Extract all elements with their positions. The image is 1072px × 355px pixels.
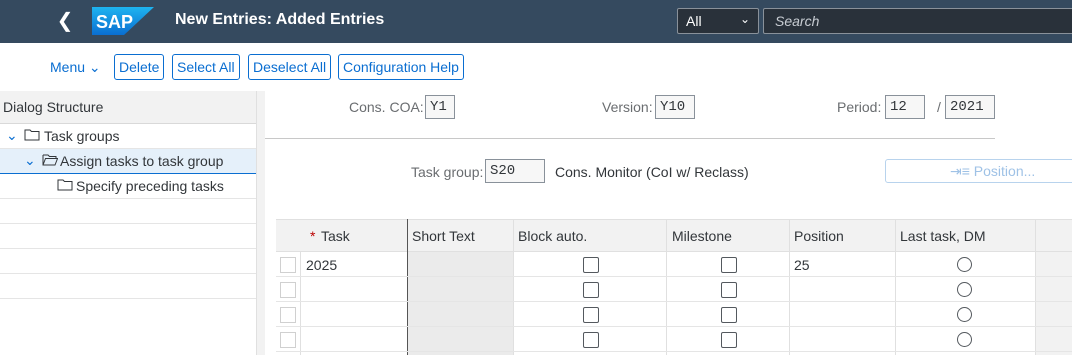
task-group-description: Cons. Monitor (CoI w/ Reclass): [555, 164, 749, 180]
position-icon: ⇥≡: [950, 163, 970, 179]
tree-empty-row: [0, 199, 256, 224]
table-row[interactable]: [276, 277, 1072, 302]
period-field[interactable]: 12: [885, 95, 925, 119]
cons-coa-field[interactable]: Y1: [425, 95, 455, 119]
tasks-table: * Task Short Text Block auto. Milestone …: [276, 219, 1072, 355]
dialog-structure-header: Dialog Structure: [0, 91, 256, 124]
panel-splitter[interactable]: [256, 91, 265, 355]
milestone-checkbox[interactable]: [721, 307, 737, 323]
page-title: New Entries: Added Entries: [175, 11, 385, 28]
chevron-down-icon: ⌄: [739, 12, 750, 26]
tree-item-label: Specify preceding tasks: [76, 178, 224, 194]
task-group-field[interactable]: S20: [485, 159, 545, 183]
column-header-position[interactable]: Position: [794, 228, 844, 244]
column-header-milestone[interactable]: Milestone: [672, 228, 732, 244]
back-arrow-icon[interactable]: ❮: [54, 10, 76, 32]
header-separator: [265, 138, 995, 139]
row-selector[interactable]: [280, 257, 296, 273]
task-cell[interactable]: 2025: [306, 257, 337, 273]
tree-empty-row: [0, 274, 256, 299]
toolbar: Menu ⌄ Delete Select All Deselect All Co…: [0, 43, 1072, 91]
chevron-down-icon[interactable]: ⌄: [24, 152, 36, 169]
search-scope-value: All: [686, 13, 702, 29]
milestone-checkbox[interactable]: [721, 332, 737, 348]
last-task-radio[interactable]: [957, 282, 972, 297]
column-header-block-auto[interactable]: Block auto.: [518, 228, 587, 244]
folder-icon: [57, 178, 73, 194]
block-auto-checkbox[interactable]: [583, 332, 599, 348]
open-folder-icon: [42, 153, 59, 169]
last-task-radio[interactable]: [957, 332, 972, 347]
select-all-button[interactable]: Select All: [172, 54, 240, 80]
menu-button[interactable]: Menu ⌄: [50, 59, 101, 76]
row-selector[interactable]: [280, 332, 296, 348]
row-selector[interactable]: [280, 282, 296, 298]
block-auto-checkbox[interactable]: [583, 257, 599, 273]
folder-icon: [24, 128, 40, 144]
delete-button[interactable]: Delete: [114, 54, 165, 80]
deselect-all-button[interactable]: Deselect All: [248, 54, 332, 80]
chevron-down-icon[interactable]: ⌄: [6, 127, 18, 144]
milestone-checkbox[interactable]: [721, 257, 737, 273]
column-header-task[interactable]: Task: [321, 228, 350, 244]
dialog-structure-panel: Dialog Structure ⌄ Task groups ⌄ Assign …: [0, 91, 256, 355]
position-cell[interactable]: 25: [794, 257, 810, 273]
shell-bar: ❮ SAP New Entries: Added Entries All ⌄ S…: [0, 0, 1072, 43]
milestone-checkbox[interactable]: [721, 282, 737, 298]
version-field[interactable]: Y10: [655, 95, 695, 119]
table-row[interactable]: [276, 327, 1072, 352]
year-field[interactable]: 2021: [945, 95, 995, 119]
period-label: Period:: [837, 99, 882, 115]
search-input[interactable]: Search: [763, 8, 1072, 34]
position-button-label: Position...: [973, 163, 1036, 179]
block-auto-checkbox[interactable]: [583, 282, 599, 298]
required-marker: *: [310, 228, 316, 244]
table-row[interactable]: 2025 25: [276, 252, 1072, 277]
last-task-radio[interactable]: [957, 307, 972, 322]
svg-text:SAP: SAP: [96, 12, 133, 32]
version-label: Version:: [602, 99, 653, 115]
position-button[interactable]: ⇥≡ Position...: [885, 159, 1072, 183]
task-group-label: Task group:: [411, 164, 484, 180]
tree-item-label: Task groups: [44, 128, 120, 144]
configuration-help-button[interactable]: Configuration Help: [338, 54, 464, 80]
chevron-down-icon: ⌄: [88, 59, 101, 75]
table-row[interactable]: [276, 302, 1072, 327]
tree-item-assign-tasks[interactable]: ⌄ Assign tasks to task group: [0, 149, 256, 174]
last-task-radio[interactable]: [957, 257, 972, 272]
tree-empty-row: [0, 224, 256, 249]
search-scope-select[interactable]: All ⌄: [677, 8, 759, 34]
tree-item-label: Assign tasks to task group: [60, 153, 224, 169]
table-header: * Task Short Text Block auto. Milestone …: [276, 219, 1072, 252]
column-header-short-text[interactable]: Short Text: [412, 228, 475, 244]
tree-item-specify-preceding[interactable]: Specify preceding tasks: [0, 174, 256, 199]
tree-item-task-groups[interactable]: ⌄ Task groups: [0, 124, 256, 149]
tree-empty-row: [0, 249, 256, 274]
row-selector[interactable]: [280, 307, 296, 323]
cons-coa-label: Cons. COA:: [349, 99, 424, 115]
menu-label: Menu: [50, 59, 86, 75]
column-header-last-task[interactable]: Last task, DM: [900, 228, 986, 244]
block-auto-checkbox[interactable]: [583, 307, 599, 323]
period-separator: /: [937, 99, 941, 115]
sap-logo: SAP: [92, 7, 154, 35]
